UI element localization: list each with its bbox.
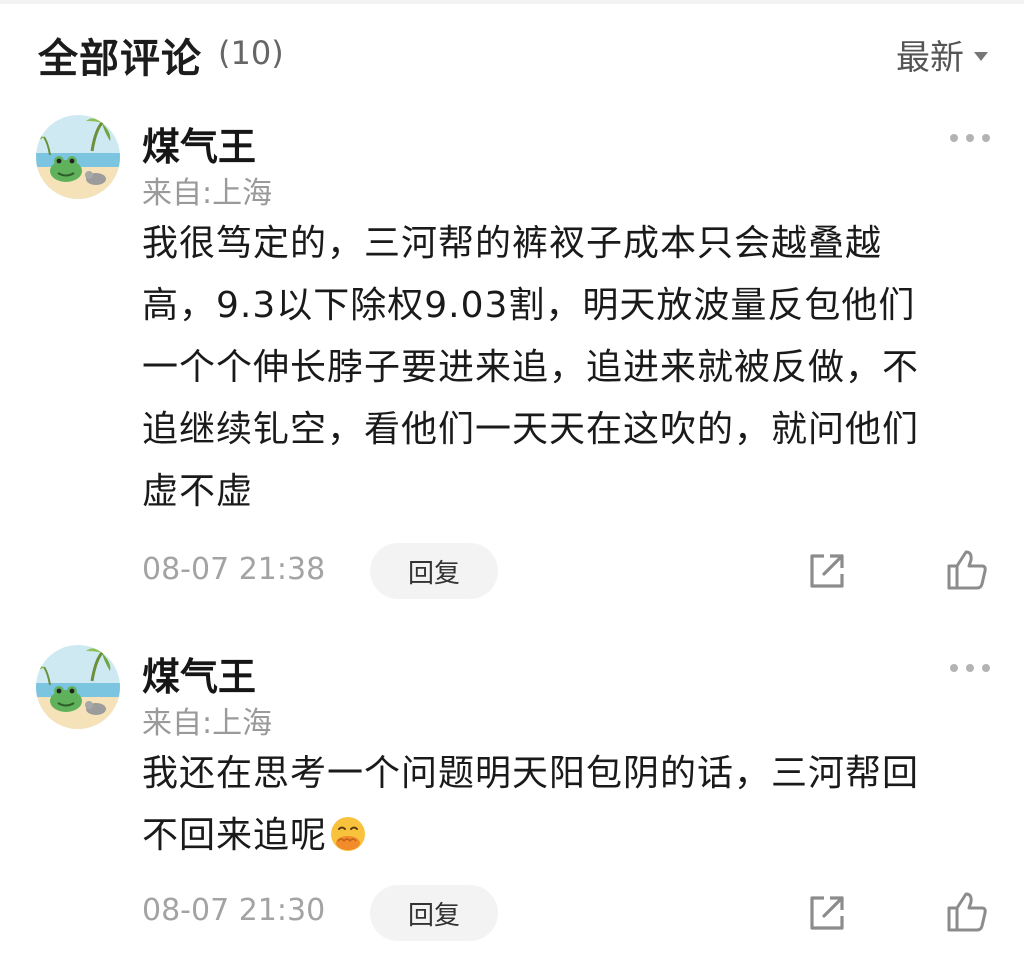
share-icon[interactable]	[806, 550, 848, 592]
comment-text: 我很笃定的，三河帮的裤衩子成本只会越叠越 高，9.3以下除权9.03割，明天放波…	[142, 213, 992, 523]
comment-line-text: 不回来追呢	[142, 815, 328, 856]
frog-avatar-icon	[36, 115, 120, 199]
more-icon[interactable]	[950, 662, 990, 674]
author-location: 来自:上海	[142, 706, 273, 741]
avatar[interactable]	[36, 645, 120, 729]
comments-count: (10)	[218, 34, 284, 72]
frog-avatar-icon	[36, 645, 120, 729]
comment-line: 我很笃定的，三河帮的裤衩子成本只会越叠越	[142, 223, 883, 264]
thumbs-up-icon[interactable]	[944, 890, 990, 936]
comments-title: 全部评论	[38, 36, 202, 82]
more-icon[interactable]	[950, 132, 990, 144]
author-location: 来自:上海	[142, 176, 273, 211]
comment-time: 08-07 21:38	[142, 552, 326, 587]
comments-header: 全部评论 (10) 最新	[38, 24, 988, 82]
thumbs-up-icon[interactable]	[944, 548, 990, 594]
author-name[interactable]: 煤气王	[142, 646, 256, 701]
face-with-hand-over-mouth-emoji	[329, 811, 367, 851]
comment-line: 我还在思考一个问题明天阳包阴的话，三河帮回	[142, 753, 920, 794]
share-icon[interactable]	[806, 892, 848, 934]
sort-dropdown[interactable]: 最新	[896, 30, 988, 79]
top-divider	[0, 0, 1024, 4]
comment-line: 追继续钆空，看他们一天天在这吹的，就问他们	[142, 409, 920, 450]
caret-down-icon	[974, 52, 988, 61]
comment-line: 一个个伸长脖子要进来追，追进来就被反做，不	[142, 347, 920, 388]
avatar[interactable]	[36, 115, 120, 199]
comment-line: 虚不虚	[142, 471, 254, 512]
reply-button[interactable]: 回复	[370, 543, 498, 599]
comment-line: 不回来追呢	[142, 805, 992, 867]
author-name[interactable]: 煤气王	[142, 116, 256, 171]
sort-label: 最新	[896, 38, 964, 78]
comment-line: 高，9.3以下除权9.03割，明天放波量反包他们	[142, 285, 916, 326]
reply-button[interactable]: 回复	[370, 885, 498, 941]
comment-time: 08-07 21:30	[142, 893, 326, 928]
comment-text: 我还在思考一个问题明天阳包阴的话，三河帮回 不回来追呢	[142, 743, 992, 867]
